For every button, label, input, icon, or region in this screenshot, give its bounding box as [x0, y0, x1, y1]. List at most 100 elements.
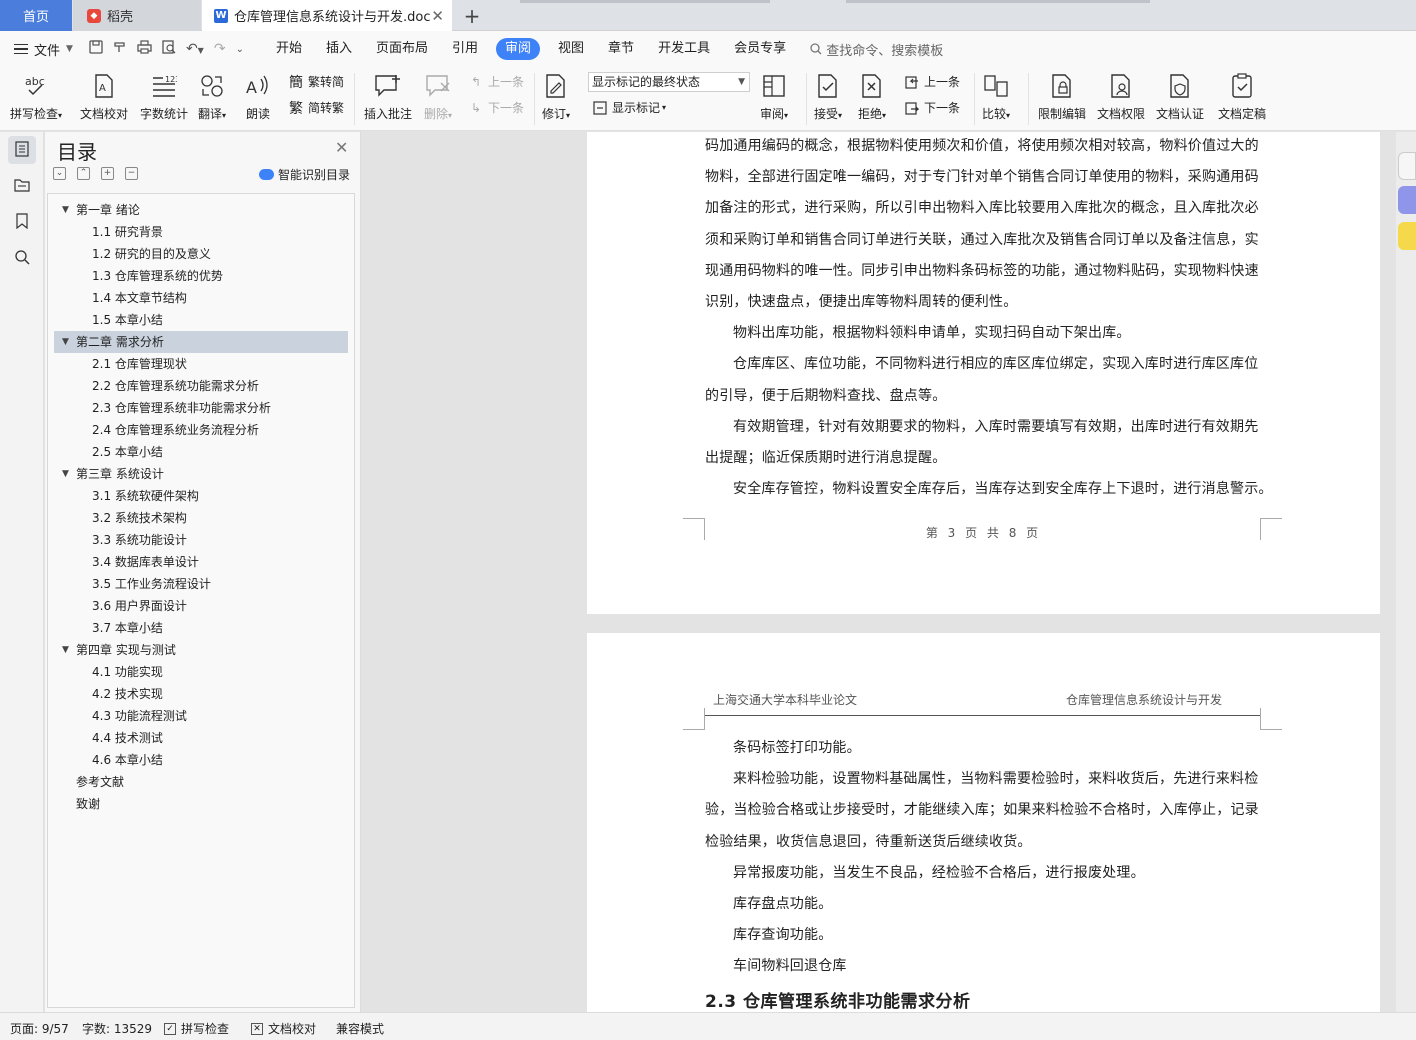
- file-menu-button[interactable]: 文件 ▼: [14, 40, 73, 59]
- toc-item[interactable]: 1.1 研究背景: [54, 221, 348, 243]
- menu-tab-home[interactable]: 开始: [264, 38, 314, 60]
- menu-tab-review[interactable]: 审阅: [496, 38, 541, 60]
- toc-item[interactable]: 3.3 系统功能设计: [54, 529, 348, 551]
- toc-item[interactable]: 4.1 功能实现: [54, 661, 348, 683]
- save-icon[interactable]: [89, 40, 103, 58]
- show-markup-button[interactable]: 显示标记 ▾: [592, 99, 666, 116]
- close-icon[interactable]: ✕: [335, 138, 348, 157]
- track-changes-button[interactable]: 修订▾: [542, 71, 570, 122]
- collapse-ribbon-icon[interactable]: [1398, 152, 1416, 180]
- format-painter-icon[interactable]: [113, 40, 127, 58]
- toc-item[interactable]: 3.5 工作业务流程设计: [54, 573, 348, 595]
- close-tab-icon[interactable]: ✕: [431, 7, 444, 25]
- toc-item[interactable]: 2.5 本章小结: [54, 441, 348, 463]
- trad-to-simp-button[interactable]: 簡 繁转简: [288, 73, 344, 91]
- word-count-button[interactable]: 123 字数统计: [140, 71, 188, 122]
- simp-to-trad-button[interactable]: 繁 简转繁: [288, 99, 344, 117]
- toc-item[interactable]: 4.2 技术实现: [54, 683, 348, 705]
- toc-item[interactable]: 2.4 仓库管理系统业务流程分析: [54, 419, 348, 441]
- side-panel-icon[interactable]: [1398, 186, 1416, 214]
- document-page-4[interactable]: 上海交通大学本科毕业论文 仓库管理信息系统设计与开发 2.3 仓库管理系统非功能…: [587, 633, 1380, 1012]
- toc-item[interactable]: 3.1 系统软硬件架构: [54, 485, 348, 507]
- toc-item[interactable]: 参考文献: [54, 771, 348, 793]
- collapse-level-icon[interactable]: −: [125, 167, 138, 180]
- toc-item[interactable]: 3.7 本章小结: [54, 617, 348, 639]
- toc-item[interactable]: 3.4 数据库表单设计: [54, 551, 348, 573]
- toc-item[interactable]: 4.6 本章小结: [54, 749, 348, 771]
- toc-item[interactable]: ▼ 第三章 系统设计: [54, 463, 348, 485]
- status-spell-check-button[interactable]: ✓ 拼写检查: [164, 1020, 229, 1037]
- menu-tab-references[interactable]: 引用: [440, 38, 490, 60]
- chevron-down-icon[interactable]: ▼: [62, 639, 69, 661]
- prev-comment-button[interactable]: ↰ 上一条: [468, 73, 524, 90]
- word-count-indicator[interactable]: 字数: 13529: [82, 1020, 152, 1037]
- toc-item[interactable]: 1.5 本章小结: [54, 309, 348, 331]
- compare-button[interactable]: 比较▾: [982, 71, 1010, 122]
- tab-home[interactable]: 首页: [0, 0, 72, 31]
- next-change-button[interactable]: 下一条: [904, 99, 960, 116]
- tab-daoke[interactable]: ◆ 稻壳: [73, 0, 201, 31]
- chevron-down-icon[interactable]: ▼: [62, 463, 69, 485]
- restrict-edit-button[interactable]: 限制编辑: [1038, 71, 1086, 122]
- toc-panel-button[interactable]: [8, 136, 36, 164]
- command-search[interactable]: 查找命令、搜索模板: [810, 40, 943, 59]
- menu-tab-layout[interactable]: 页面布局: [364, 38, 440, 60]
- prev-change-button[interactable]: 上一条: [904, 73, 960, 90]
- spell-check-button[interactable]: abc 拼写检查▾: [10, 71, 62, 122]
- doc-finalize-button[interactable]: 文档定稿: [1218, 71, 1266, 122]
- toc-item[interactable]: 4.4 技术测试: [54, 727, 348, 749]
- menu-tab-member[interactable]: 会员专享: [722, 38, 798, 60]
- menu-tab-developer[interactable]: 开发工具: [646, 38, 722, 60]
- toc-item[interactable]: 4.3 功能流程测试: [54, 705, 348, 727]
- toc-item[interactable]: 致谢: [54, 793, 348, 815]
- markup-state-select[interactable]: 显示标记的最终状态 ▼: [588, 72, 750, 92]
- toc-item[interactable]: 2.2 仓库管理系统功能需求分析: [54, 375, 348, 397]
- tab-document[interactable]: W 仓库管理信息系统设计与开发.doc ✕: [202, 0, 452, 31]
- print-preview-icon[interactable]: [162, 40, 176, 58]
- toc-item[interactable]: 1.2 研究的目的及意义: [54, 243, 348, 265]
- doc-permission-button[interactable]: 文档权限: [1097, 71, 1145, 122]
- expand-level-icon[interactable]: +: [101, 167, 114, 180]
- print-icon[interactable]: [137, 40, 152, 58]
- collapse-all-icon[interactable]: ⌃: [77, 167, 90, 180]
- review-pane-button[interactable]: 审阅▾: [760, 71, 788, 122]
- document-page-3[interactable]: 第 3 页 共 8 页 码加通用编码的概念，根据物料使用频次和价值，将使用频次相…: [587, 132, 1380, 614]
- crop-mark: [683, 708, 705, 730]
- menu-tab-view[interactable]: 视图: [546, 38, 596, 60]
- undo-icon[interactable]: ↶▼: [186, 41, 204, 57]
- next-comment-button[interactable]: ↳ 下一条: [468, 99, 524, 116]
- read-aloud-button[interactable]: A 朗读: [244, 71, 272, 122]
- toc-item[interactable]: 1.3 仓库管理系统的优势: [54, 265, 348, 287]
- translate-button[interactable]: 翻译▾: [198, 71, 226, 122]
- redo-icon[interactable]: ↷: [214, 41, 226, 57]
- customize-toolbar-icon[interactable]: ⌄: [236, 44, 244, 55]
- toc-item[interactable]: 2.3 仓库管理系统非功能需求分析: [54, 397, 348, 419]
- side-assistant-icon[interactable]: [1398, 222, 1416, 250]
- toc-item[interactable]: ▼ 第一章 绪论: [54, 199, 348, 221]
- find-panel-button[interactable]: [8, 244, 36, 272]
- document-canvas[interactable]: 第 3 页 共 8 页 码加通用编码的概念，根据物料使用频次和价值，将使用频次相…: [362, 132, 1396, 1012]
- expand-all-icon[interactable]: ⌄: [53, 167, 66, 180]
- toc-item[interactable]: 2.1 仓库管理现状: [54, 353, 348, 375]
- toc-item[interactable]: ▼ 第四章 实现与测试: [54, 639, 348, 661]
- accept-change-button[interactable]: 接受▾: [814, 71, 842, 122]
- new-tab-button[interactable]: +: [460, 0, 484, 31]
- toc-item[interactable]: 1.4 本文章节结构: [54, 287, 348, 309]
- status-doc-proof-button[interactable]: ✕ 文档校对: [251, 1020, 316, 1037]
- doc-proof-button[interactable]: A 文档校对: [80, 71, 128, 122]
- page-indicator[interactable]: 页面: 9/57: [10, 1020, 69, 1037]
- toc-item[interactable]: ▼ 第二章 需求分析: [54, 331, 348, 353]
- bookmark-panel-button[interactable]: [8, 208, 36, 236]
- doc-certify-button[interactable]: 文档认证: [1156, 71, 1204, 122]
- smart-detect-toc-button[interactable]: 智能识别目录: [259, 166, 350, 183]
- reject-change-button[interactable]: 拒绝▾: [858, 71, 886, 122]
- toc-item[interactable]: 3.2 系统技术架构: [54, 507, 348, 529]
- delete-comment-button[interactable]: 删除▾: [424, 71, 452, 122]
- chapter-panel-button[interactable]: [8, 172, 36, 200]
- chevron-down-icon[interactable]: ▼: [62, 199, 69, 221]
- insert-comment-button[interactable]: 插入批注: [364, 71, 412, 122]
- toc-item[interactable]: 3.6 用户界面设计: [54, 595, 348, 617]
- chevron-down-icon[interactable]: ▼: [62, 331, 69, 353]
- menu-tab-insert[interactable]: 插入: [314, 38, 364, 60]
- menu-tab-chapter[interactable]: 章节: [596, 38, 646, 60]
